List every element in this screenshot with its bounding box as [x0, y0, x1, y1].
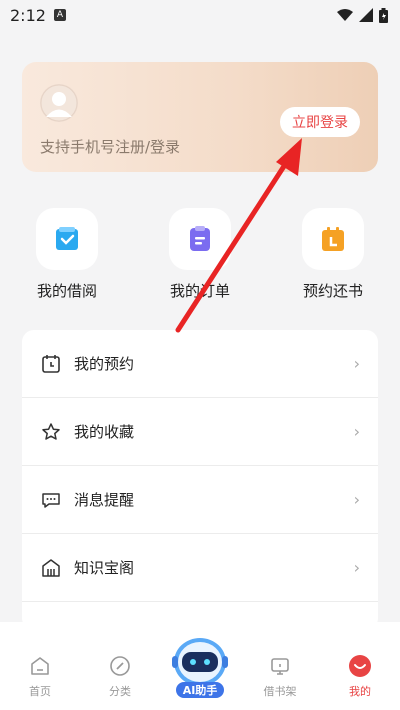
building-icon: [40, 557, 62, 579]
signal-icon: [359, 8, 373, 22]
menu-item-label: 知识宝阁: [74, 559, 135, 577]
default-avatar-icon: [40, 84, 78, 122]
chevron-right-icon: ›: [353, 558, 360, 577]
compass-icon: [108, 654, 132, 678]
quick-action-label: 预约还书: [302, 282, 363, 300]
menu-item-reservation[interactable]: 我的预约 ›: [22, 330, 378, 398]
chevron-right-icon: ›: [353, 490, 360, 509]
clipboard-order-icon: [169, 208, 231, 270]
tab-label: 分类: [109, 685, 131, 698]
ai-assistant-button[interactable]: AI助手: [166, 632, 234, 702]
status-left: 2:12 A: [10, 6, 66, 25]
status-time: 2:12: [10, 5, 46, 25]
quick-action-label: 我的订单: [169, 282, 230, 300]
menu-item-knowledge[interactable]: 知识宝阁 ›: [22, 534, 378, 602]
message-icon: [40, 489, 62, 511]
battery-icon: [379, 7, 388, 23]
notification-icon: A: [53, 9, 66, 21]
chevron-right-icon: ›: [353, 422, 360, 441]
quick-action-return[interactable]: 预约还书: [288, 208, 378, 301]
bookshelf-tv-icon: [268, 654, 292, 678]
login-button[interactable]: 立即登录: [280, 107, 360, 137]
profile-smile-icon: [348, 654, 372, 678]
star-icon: [40, 421, 62, 443]
login-card: 支持手机号注册/登录 立即登录: [22, 62, 378, 172]
quick-action-orders[interactable]: 我的订单: [155, 208, 245, 301]
login-hint: 支持手机号注册/登录: [40, 138, 181, 156]
tab-label: 首页: [29, 685, 51, 698]
home-icon: [28, 654, 52, 678]
tab-bookshelf[interactable]: 借书架: [250, 654, 310, 699]
tab-category[interactable]: 分类: [90, 654, 150, 699]
tab-label: 借书架: [263, 685, 297, 698]
menu-item-label: 我的收藏: [74, 423, 135, 441]
tab-home[interactable]: 首页: [10, 654, 70, 699]
menu-item-label: 我的预约: [74, 355, 135, 373]
tab-mine[interactable]: 我的: [330, 654, 390, 699]
avatar[interactable]: [40, 84, 78, 122]
status-bar: 2:12 A: [0, 0, 400, 30]
wifi-icon: [337, 8, 353, 21]
status-right: [337, 7, 388, 23]
menu-item-favorites[interactable]: 我的收藏 ›: [22, 398, 378, 466]
tab-label: 我的: [349, 685, 371, 698]
calendar-return-icon: [302, 208, 364, 270]
menu-item-messages[interactable]: 消息提醒 ›: [22, 466, 378, 534]
chevron-right-icon: ›: [353, 354, 360, 373]
calendar-clock-icon: [40, 353, 62, 375]
ai-assistant-label: AI助手: [183, 683, 218, 697]
menu-item-label: 消息提醒: [74, 491, 135, 509]
quick-action-borrow[interactable]: 我的借阅: [22, 208, 112, 301]
quick-action-label: 我的借阅: [36, 282, 97, 300]
borrow-book-icon: [36, 208, 98, 270]
menu-card: 我的预约 › 我的收藏 › 消息提醒 › 知识宝阁 ›: [22, 330, 378, 630]
robot-icon: AI助手: [172, 638, 228, 698]
